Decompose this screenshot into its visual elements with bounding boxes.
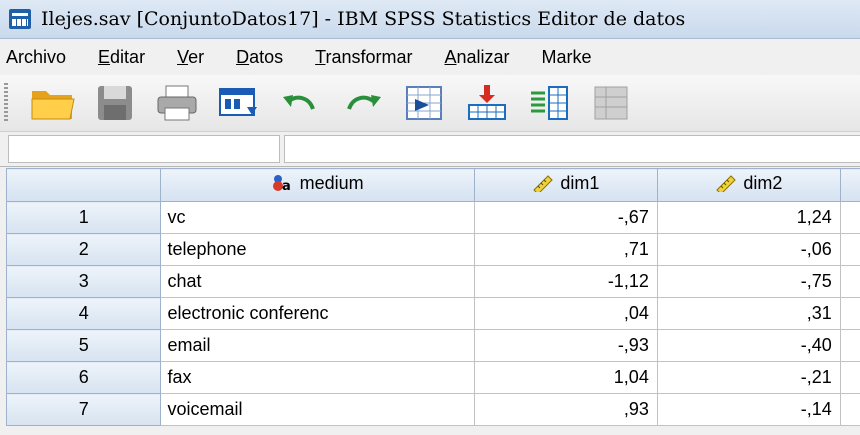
cell-editor-row <box>0 132 860 167</box>
menu-datos[interactable]: Datos <box>236 47 283 68</box>
scale-ruler-icon <box>715 174 737 197</box>
cell-dim2[interactable]: 1,24 <box>656 201 841 234</box>
column-header-dim1[interactable]: dim1 <box>473 168 658 202</box>
cell-medium[interactable]: fax <box>160 361 475 394</box>
cell-empty[interactable] <box>839 297 860 330</box>
cell-dim1[interactable]: -1,12 <box>473 265 658 298</box>
string-variable-icon: a <box>272 174 294 197</box>
value-labels-icon[interactable] <box>586 81 636 125</box>
table-row: 5 email -,93 -,40 <box>5 329 860 362</box>
column-header-next[interactable] <box>839 168 860 202</box>
menu-marketing[interactable]: Marke <box>542 47 592 68</box>
cell-dim2[interactable]: -,06 <box>656 233 841 266</box>
corner-cell[interactable] <box>5 168 162 202</box>
goto-case-icon[interactable] <box>400 81 450 125</box>
row-number[interactable]: 5 <box>5 329 162 362</box>
cell-dim1[interactable]: ,04 <box>473 297 658 330</box>
cell-empty[interactable] <box>839 265 860 298</box>
table-row: 3 chat -1,12 -,75 <box>5 265 860 298</box>
title-bar: Ilejes.sav [ConjuntoDatos17] - IBM SPSS … <box>0 0 860 39</box>
row-number[interactable]: 4 <box>5 297 162 330</box>
variables-icon[interactable] <box>524 81 574 125</box>
cell-dim2[interactable]: -,21 <box>656 361 841 394</box>
cell-medium[interactable]: chat <box>160 265 475 298</box>
cell-empty[interactable] <box>839 329 860 362</box>
undo-icon[interactable] <box>276 81 326 125</box>
table-row: 6 fax 1,04 -,21 <box>5 361 860 394</box>
scale-ruler-icon <box>532 174 554 197</box>
cell-dim2[interactable]: ,31 <box>656 297 841 330</box>
cell-empty[interactable] <box>839 201 860 234</box>
header-row: a medium dim1 dim2 <box>5 168 860 202</box>
cell-dim1[interactable]: 1,04 <box>473 361 658 394</box>
row-number[interactable]: 2 <box>5 233 162 266</box>
cell-dim1[interactable]: ,71 <box>473 233 658 266</box>
toolbar-grip[interactable] <box>4 83 8 123</box>
row-number[interactable]: 7 <box>5 393 162 426</box>
save-icon[interactable] <box>90 81 140 125</box>
row-number[interactable]: 3 <box>5 265 162 298</box>
data-grid: a medium dim1 dim2 1 vc -,67 1,24 2 tele… <box>5 168 860 426</box>
column-header-dim2[interactable]: dim2 <box>656 168 841 202</box>
table-row: 2 telephone ,71 -,06 <box>5 233 860 266</box>
redo-icon[interactable] <box>338 81 388 125</box>
menu-editar[interactable]: Editar <box>98 47 145 68</box>
toolbar <box>0 75 860 132</box>
menu-transformar[interactable]: Transformar <box>315 47 412 68</box>
table-row: 1 vc -,67 1,24 <box>5 201 860 234</box>
print-icon[interactable] <box>152 81 202 125</box>
row-number[interactable]: 1 <box>5 201 162 234</box>
cell-dim2[interactable]: -,75 <box>656 265 841 298</box>
svg-text:a: a <box>282 179 291 192</box>
cell-medium[interactable]: vc <box>160 201 475 234</box>
cell-dim2[interactable]: -,40 <box>656 329 841 362</box>
spss-data-editor-icon <box>9 9 31 29</box>
cell-medium[interactable]: telephone <box>160 233 475 266</box>
menu-bar: Archivo Editar Ver Datos Transformar Ana… <box>0 39 860 75</box>
table-row: 7 voicemail ,93 -,14 <box>5 393 860 426</box>
cell-medium[interactable]: electronic conferenc <box>160 297 475 330</box>
cell-empty[interactable] <box>839 393 860 426</box>
cell-value-editor[interactable] <box>284 135 860 163</box>
column-header-medium[interactable]: a medium <box>160 168 475 202</box>
dialog-recall-icon[interactable] <box>214 81 264 125</box>
goto-variable-icon[interactable] <box>462 81 512 125</box>
table-row: 4 electronic conferenc ,04 ,31 <box>5 297 860 330</box>
cell-empty[interactable] <box>839 361 860 394</box>
open-folder-icon[interactable] <box>28 81 78 125</box>
row-number[interactable]: 6 <box>5 361 162 394</box>
cell-medium[interactable]: email <box>160 329 475 362</box>
cell-reference-field[interactable] <box>8 135 280 163</box>
cell-dim1[interactable]: -,93 <box>473 329 658 362</box>
cell-dim1[interactable]: -,67 <box>473 201 658 234</box>
window-title: Ilejes.sav [ConjuntoDatos17] - IBM SPSS … <box>41 8 686 30</box>
cell-dim1[interactable]: ,93 <box>473 393 658 426</box>
menu-archivo[interactable]: Archivo <box>6 47 66 68</box>
cell-dim2[interactable]: -,14 <box>656 393 841 426</box>
menu-ver[interactable]: Ver <box>177 47 204 68</box>
menu-analizar[interactable]: Analizar <box>444 47 509 68</box>
cell-medium[interactable]: voicemail <box>160 393 475 426</box>
cell-empty[interactable] <box>839 233 860 266</box>
